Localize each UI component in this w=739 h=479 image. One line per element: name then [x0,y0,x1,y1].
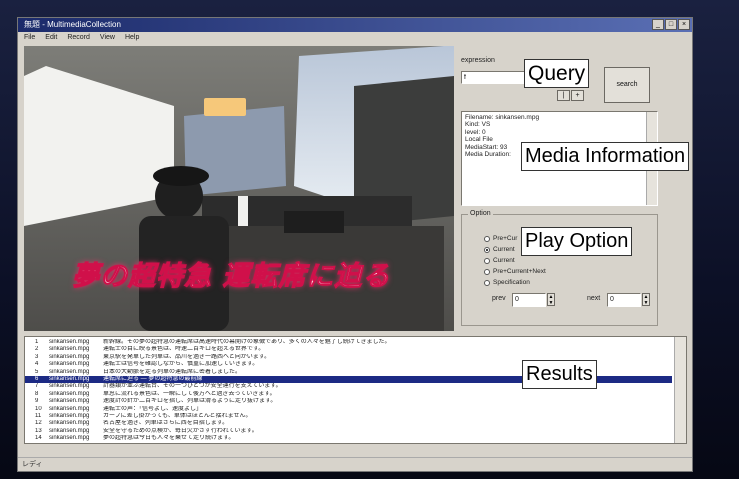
radio-icon [484,268,490,275]
result-file: sinkansen.mpg [49,390,90,397]
result-row[interactable]: 1 sinkansen.mpg 新幹線。その夢の超特急の運転席は高速時代の幕開けの象… [25,339,672,346]
result-index: 4 [35,361,39,368]
media-information-callout: Media Information [521,142,690,171]
result-file: sinkansen.mpg [49,398,90,405]
result-text: 速度計の針が二百キロを指し、列車は滑るように走り抜けます。 [103,398,277,405]
results-list[interactable]: 1 sinkansen.mpg 新幹線。その夢の超特急の運転席は高速時代の幕開けの象… [24,336,687,444]
prev-input[interactable]: 0 [512,293,546,307]
close-button[interactable]: × [678,19,690,30]
result-file: sinkansen.mpg [49,353,90,360]
results-scrollbar[interactable] [674,337,686,443]
menu-file[interactable]: File [24,32,35,43]
result-file: sinkansen.mpg [49,368,90,375]
radio-icon [484,235,490,242]
option-current-2[interactable]: Current [484,257,515,264]
result-file: sinkansen.mpg [49,383,90,390]
query-callout: Query [524,59,590,88]
result-text: カーブに差し掛かっても、車体はほとんど揺れません。 [103,413,252,419]
media-info-level: level: 0 [465,128,486,136]
result-index: 7 [35,383,39,390]
result-row[interactable]: 8 sinkansen.mpg 車窓に流れる景色は、一瞬にして後方へと過ぎ去っていき… [25,391,672,398]
option-pre-current-next[interactable]: Pre+Current+Next [484,268,546,275]
radio-icon [484,279,490,286]
search-button[interactable]: search [604,67,650,103]
radio-icon [484,257,490,264]
menu-view[interactable]: View [100,32,115,43]
menu-record[interactable]: Record [67,32,90,43]
result-file: sinkansen.mpg [49,427,90,434]
result-index: 14 [35,435,42,442]
result-file: sinkansen.mpg [49,339,90,345]
result-row[interactable]: 12 sinkansen.mpg 名古屋を過ぎ、列車はさらに西を目指します。 [25,420,672,427]
result-text: 夢の超特急は今日も人々を乗せて走り続けます。 [103,435,235,442]
prev-spinner[interactable]: ▲ ▼ [547,293,555,306]
option-current[interactable]: Current [484,246,515,253]
result-file: sinkansen.mpg [49,361,90,368]
query-label: expression [461,57,495,64]
window-title: 無題 - MultimediaCollection [24,20,121,29]
menu-bar: File Edit Record View Help [18,32,692,43]
status-text: レディ [22,461,43,468]
result-text: 新幹線。その夢の超特急の運転席は高速時代の幕開けの象徴であり、多くの人々を魅了し… [103,339,391,345]
minimize-button[interactable]: _ [652,19,664,30]
result-text: 日本の大動脈を走る列車の運転席に密着しました。 [103,368,242,375]
result-text: 安全を守るための点検が、毎日欠かさず行われています。 [103,427,258,434]
maximize-button[interactable]: □ [665,19,677,30]
result-file: sinkansen.mpg [49,420,90,427]
result-row[interactable]: 10 sinkansen.mpg 運転士の声：「信号よし、速度よし」 [25,406,672,413]
query-next-button[interactable]: + [571,90,584,101]
next-label: next [587,295,601,302]
result-row[interactable]: 14 sinkansen.mpg 夢の超特急は今日も人々を乗せて走り続けます。 [25,435,672,442]
result-file: sinkansen.mpg [49,413,90,419]
result-index: 11 [35,413,42,419]
result-index: 12 [35,420,42,427]
result-index: 8 [35,390,39,397]
result-file: sinkansen.mpg [49,346,90,353]
result-index: 5 [35,368,39,375]
result-text: 運転士は信号を確認しながら、慎重に加速していきます。 [103,361,259,368]
result-row[interactable]: 9 sinkansen.mpg 速度計の針が二百キロを指し、列車は滑るように走り抜け… [25,398,672,405]
result-index: 3 [35,353,39,360]
result-row[interactable]: 11 sinkansen.mpg カーブに差し掛かっても、車体はほとんど揺れません。 [25,413,672,420]
result-text: 運転士の声：「信号よし、速度よし」 [103,405,203,412]
menu-help[interactable]: Help [125,32,139,43]
radio-selected-icon [484,246,490,253]
video-player[interactable]: 夢の超特急 運転席に迫る [24,46,454,331]
result-file: sinkansen.mpg [49,405,90,412]
play-option-group-label: Option [468,210,493,217]
result-text: 東京駅を発車した列車は、品川を過ぎ一路西へと向かいます。 [103,353,271,360]
prev-label: prev [492,295,506,302]
result-index: 1 [35,339,39,345]
result-index: 6 [35,376,39,382]
result-index: 9 [35,398,39,405]
option-pre-current[interactable]: Pre+Cur [484,235,517,242]
result-text: 運転席に迫る ― 夢の超特急の最前線 [103,376,203,382]
result-text: 計器類が並ぶ運転台、その一つひとつが安全運行を支えています。 [103,383,282,390]
option-specification[interactable]: Specification [484,279,530,286]
next-input[interactable]: 0 [607,293,641,307]
results-callout: Results [522,360,597,389]
query-input[interactable] [461,71,531,84]
result-text: 車窓に流れる景色は、一瞬にして後方へと過ぎ去っていきます。 [103,390,276,397]
video-caption: 夢の超特急 運転席に迫る [71,261,391,293]
result-index: 2 [35,346,39,353]
result-text: 名古屋を過ぎ、列車はさらに西を目指します。 [103,420,229,427]
result-index: 10 [35,405,42,412]
menu-edit[interactable]: Edit [45,32,57,43]
result-text: 運転士の目に映る景色は、時速二百キロを超える世界です。 [103,346,265,353]
next-spinner[interactable]: ▲ ▼ [642,293,650,306]
play-option-callout: Play Option [521,227,633,256]
result-index: 13 [35,427,42,434]
query-prev-button[interactable]: | [557,90,570,101]
result-file: sinkansen.mpg [49,435,90,442]
status-bar: レディ [18,457,692,471]
result-row[interactable]: 2 sinkansen.mpg 運転士の目に映る景色は、時速二百キロを超える世界です… [25,346,672,353]
title-bar: 無題 - MultimediaCollection _ □ × [18,18,692,32]
result-file: sinkansen.mpg [49,376,90,382]
media-info-filename: Filename: sinkansen.mpg [465,114,540,121]
media-info-kind: Kind: VS [465,121,491,129]
result-row[interactable]: 13 sinkansen.mpg 安全を守るための点検が、毎日欠かさず行われています… [25,428,672,435]
